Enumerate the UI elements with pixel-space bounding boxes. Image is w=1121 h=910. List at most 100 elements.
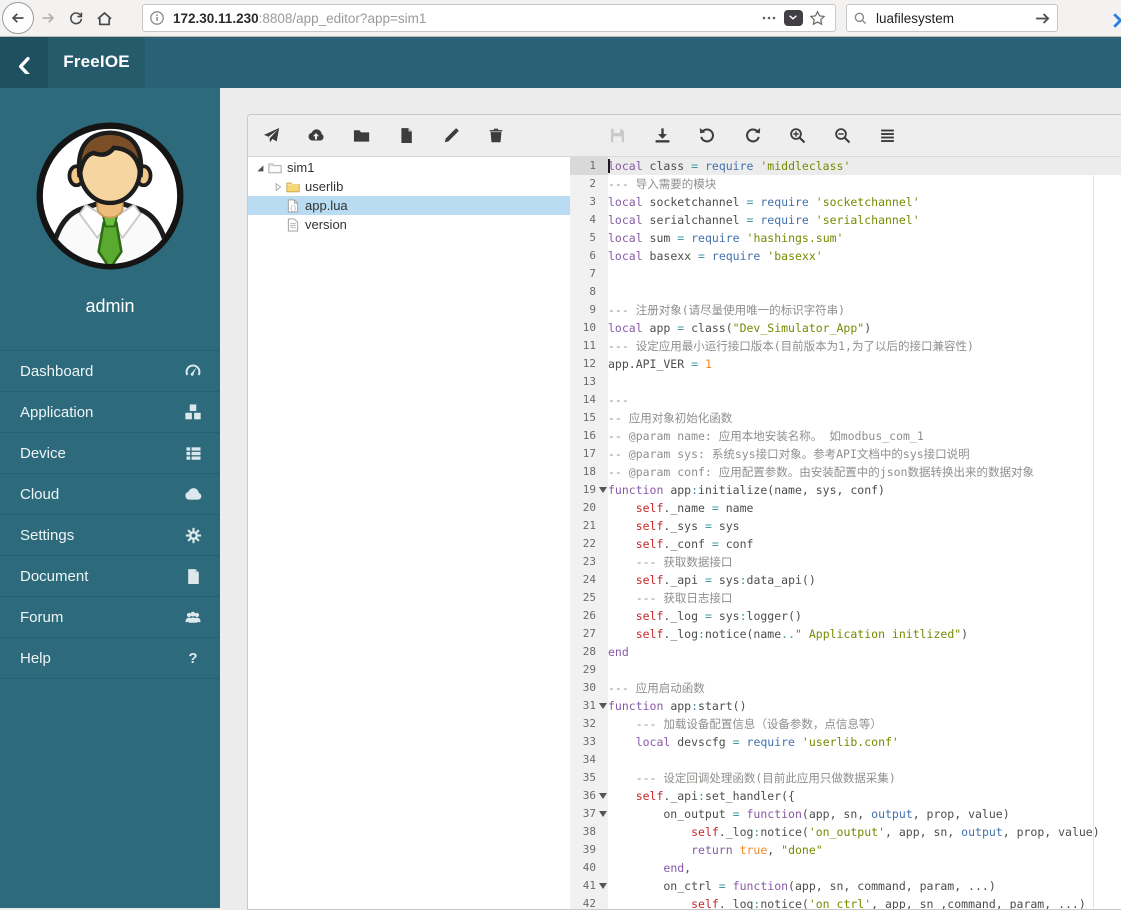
code-line: on_output = function(app, sn, output, pr…	[608, 807, 1010, 821]
gutter-line-number: 22	[582, 537, 596, 550]
th-list-icon	[184, 444, 202, 462]
gutter-line-number: 2	[589, 177, 596, 190]
code-line: local serialchannel = require 'serialcha…	[608, 213, 920, 227]
sidebar-item-help[interactable]: Help?	[0, 637, 220, 679]
sidebar-item-device[interactable]: Device	[0, 432, 220, 473]
editor-gutter: 1 2 3 4 5 6 7 8 9 10 11 12 13 14 15 16 17 18 19 20 21 22 23 24 2…	[570, 157, 608, 909]
code-line: self._log:notice(name.." Application ini…	[635, 627, 969, 641]
code-line: -- 应用对象初始化函数	[608, 411, 733, 425]
code-line: --- 获取数据接口	[635, 555, 733, 569]
sidebar-item-label: Forum	[20, 608, 64, 626]
search-go-icon[interactable]	[1034, 10, 1051, 27]
sidebar-item-label: Device	[20, 444, 66, 462]
undo-icon	[699, 127, 716, 144]
code-line: on_ctrl = function(app, sn, command, par…	[608, 879, 996, 893]
code-line: --- 获取日志接口	[635, 591, 733, 605]
cloud-icon	[184, 485, 202, 503]
code-line: self._log:notice('on_output', app, sn, o…	[691, 825, 1100, 839]
tree-expander-collapsed-icon[interactable]	[270, 179, 285, 194]
undo-button[interactable]	[694, 123, 720, 149]
file-lines-icon	[285, 217, 300, 232]
search-bar[interactable]	[846, 4, 1058, 32]
new-file-button[interactable]	[393, 123, 419, 149]
zoom-in-button[interactable]	[784, 123, 810, 149]
save-button[interactable]	[604, 123, 630, 149]
gutter-line-number: 20	[582, 501, 596, 514]
sidebar-item-label: Application	[20, 403, 94, 421]
delete-button[interactable]	[483, 123, 509, 149]
gutter-line-number: 14	[582, 393, 596, 406]
browser-forward-button[interactable]	[34, 4, 62, 32]
tree-expander-spacer	[270, 198, 285, 213]
tree-item-userlib[interactable]: userlib	[248, 177, 570, 196]
gutter-line-number: 36	[570, 787, 608, 805]
code-line: --- 加载设备配置信息（设备参数，点信息等）	[635, 717, 882, 731]
folder-yellow-icon	[285, 179, 300, 194]
browser-back-button[interactable]	[2, 2, 34, 34]
code-line: --- 应用启动函数	[608, 681, 705, 695]
page-actions-overflow-icon[interactable]	[757, 6, 781, 30]
clipped-bookmarks-icon[interactable]	[1113, 6, 1121, 30]
folder-gray-icon	[267, 160, 282, 175]
sidebar-item-document[interactable]: Document	[0, 555, 220, 596]
rename-button[interactable]	[438, 123, 464, 149]
svg-text:{}: {}	[289, 205, 296, 212]
question-icon: ?	[188, 649, 198, 667]
sidebar-item-forum[interactable]: Forum	[0, 596, 220, 637]
code-line: return true, "done"	[691, 843, 823, 857]
fold-toggle-icon[interactable]	[599, 487, 607, 493]
code-line: function app:initialize(name, sys, conf)	[608, 483, 885, 497]
sidebar-item-application[interactable]: Application	[0, 391, 220, 432]
gutter-line-number: 17	[582, 447, 596, 460]
code-line: -- @param conf: 应用配置参数。由安装配置中的json数据转换出来…	[608, 465, 1034, 479]
code-line: local sum = require 'hashings.sum'	[608, 231, 844, 245]
tree-item-label: userlib	[305, 179, 344, 194]
fold-toggle-icon[interactable]	[599, 883, 607, 889]
gutter-line-number: 35	[582, 771, 596, 784]
search-input[interactable]	[874, 9, 1034, 27]
code-line: self._conf = conf	[635, 537, 754, 551]
app-back-button[interactable]	[0, 36, 48, 88]
bookmark-star-icon[interactable]	[805, 6, 829, 30]
file-list-button[interactable]	[874, 123, 900, 149]
gutter-line-number: 39	[582, 843, 596, 856]
site-info-icon[interactable]	[149, 10, 165, 26]
code-line: --- 设定回调处理函数(目前此应用只做数据采集)	[635, 771, 896, 785]
tachometer-icon	[184, 362, 202, 380]
gutter-line-number: 30	[582, 681, 596, 694]
sidebar-item-dashboard[interactable]: Dashboard	[0, 350, 220, 391]
users-icon	[184, 608, 202, 626]
gutter-line-number: 31	[570, 697, 608, 715]
sidebar-item-label: Help	[20, 649, 51, 667]
sidebar-item-cloud[interactable]: Cloud	[0, 473, 220, 514]
url-bar[interactable]: 172.30.11.230:8808/app_editor?app=sim1	[142, 4, 836, 32]
fold-toggle-icon[interactable]	[599, 811, 607, 817]
cloud-upload-button[interactable]	[303, 123, 329, 149]
redo-button[interactable]	[739, 123, 765, 149]
zoom-out-button[interactable]	[829, 123, 855, 149]
tree-item-app-lua[interactable]: {} app.lua	[248, 196, 570, 215]
fold-toggle-icon[interactable]	[599, 703, 607, 709]
browser-home-button[interactable]	[90, 4, 118, 32]
tree-item-version[interactable]: version	[248, 215, 570, 234]
tree-item-label: app.lua	[305, 198, 348, 213]
code-area[interactable]: local class = require 'middleclass' --- 导…	[608, 157, 1121, 909]
zoom-out-icon	[834, 127, 851, 144]
tree-expander-expanded-icon[interactable]	[252, 160, 267, 175]
cloud-upload-icon	[307, 127, 325, 145]
send-button[interactable]	[258, 123, 284, 149]
download-button[interactable]	[649, 123, 675, 149]
tree-item-sim1[interactable]: sim1	[248, 158, 570, 177]
app-brand[interactable]: FreeIOE	[48, 36, 145, 88]
download-icon	[654, 127, 671, 144]
pocket-icon[interactable]	[781, 6, 805, 30]
fold-toggle-icon[interactable]	[599, 793, 607, 799]
sidebar-item-settings[interactable]: Settings	[0, 514, 220, 555]
code-line: self._name = name	[635, 501, 754, 515]
new-folder-button[interactable]	[348, 123, 374, 149]
browser-reload-button[interactable]	[62, 4, 90, 32]
